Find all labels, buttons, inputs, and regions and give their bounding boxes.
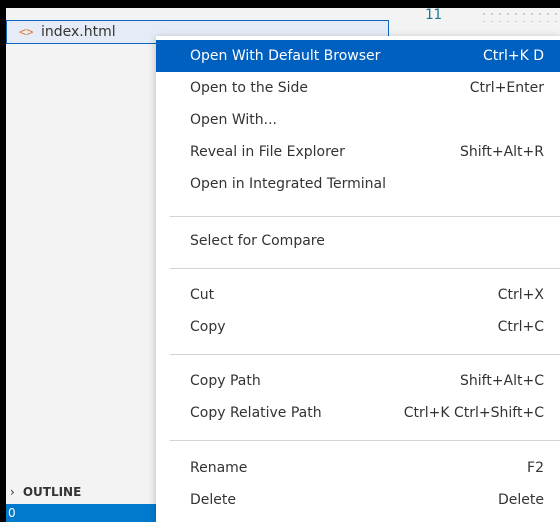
menu-item-shortcut: Ctrl+X [497,287,544,303]
menu-item-shortcut: Ctrl+C [497,319,544,335]
menu-item-copy-relative-path[interactable]: Copy Relative Path Ctrl+K Ctrl+Shift+C [156,397,560,429]
outline-section-header[interactable]: › OUTLINE [6,479,156,504]
menu-item-open-with-default-browser[interactable]: Open With Default Browser Ctrl+K D [156,40,560,72]
menu-item-shortcut: Ctrl+K D [482,48,544,64]
menu-item-shortcut: F2 [527,460,544,476]
explorer-panel [6,8,156,522]
menu-item-label: Rename [190,460,248,476]
menu-item-shortcut: Delete [498,492,544,508]
status-problem-count[interactable]: 0 [8,506,16,520]
menu-item-shortcut: Shift+Alt+R [460,144,544,160]
menu-item-select-for-compare[interactable]: Select for Compare [156,225,560,257]
menu-item-delete[interactable]: Delete Delete [156,484,560,516]
menu-item-label: Open With Default Browser [190,48,381,64]
menu-item-reveal-in-file-explorer[interactable]: Reveal in File Explorer Shift+Alt+R [156,136,560,168]
context-menu: Open With Default Browser Ctrl+K D Open … [156,36,560,522]
menu-item-shortcut: Ctrl+K Ctrl+Shift+C [403,405,544,421]
menu-item-label: Copy Path [190,373,261,389]
menu-item-label: Copy Relative Path [190,405,322,421]
menu-item-label: Copy [190,319,226,335]
menu-item-open-with[interactable]: Open With... [156,104,560,136]
menu-item-label: Select for Compare [190,233,325,249]
menu-item-shortcut: Shift+Alt+C [459,373,544,389]
status-bar: 0 [6,504,156,522]
menu-item-open-in-integrated-terminal[interactable]: Open in Integrated Terminal [156,168,560,200]
chevron-right-icon: › [10,484,15,499]
menu-item-rename[interactable]: Rename F2 [156,452,560,484]
menu-item-label: Open to the Side [190,80,309,96]
menu-item-copy-path[interactable]: Copy Path Shift+Alt+C [156,365,560,397]
window-frame-top [0,0,560,8]
menu-item-copy[interactable]: Copy Ctrl+C [156,311,560,343]
menu-item-label: Cut [190,287,215,303]
file-name: index.html [41,24,116,40]
menu-separator [170,268,560,269]
menu-item-label: Reveal in File Explorer [190,144,345,160]
menu-separator [170,354,560,355]
editor-line-number: 11 [425,7,442,23]
menu-item-label: Delete [190,492,236,508]
menu-item-label: Open With... [190,112,277,128]
menu-item-open-to-the-side[interactable]: Open to the Side Ctrl+Enter [156,72,560,104]
menu-item-label: Open in Integrated Terminal [190,176,386,192]
menu-separator [170,216,560,217]
menu-item-shortcut: Ctrl+Enter [469,80,544,96]
editor-whitespace-dots [480,10,560,22]
html-file-icon: <> [19,25,34,39]
outline-label: OUTLINE [22,484,82,499]
menu-separator [170,440,560,441]
menu-item-cut[interactable]: Cut Ctrl+X [156,279,560,311]
